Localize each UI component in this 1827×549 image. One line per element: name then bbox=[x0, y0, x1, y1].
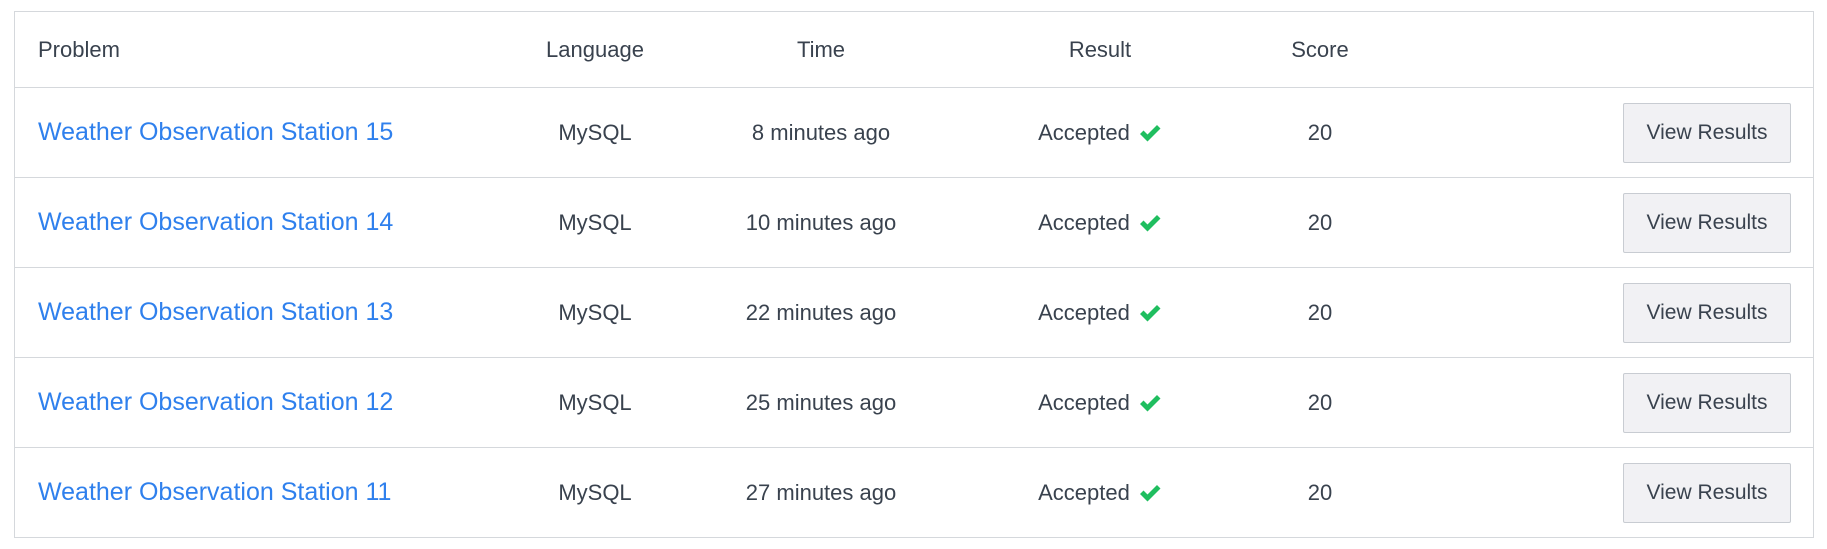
result-label: Accepted bbox=[1038, 209, 1130, 235]
table-row: Weather Observation Station 14 MySQL 10 … bbox=[15, 177, 1813, 267]
problem-link[interactable]: Weather Observation Station 12 bbox=[38, 388, 393, 417]
time-cell: 27 minutes ago bbox=[745, 479, 897, 505]
problem-link[interactable]: Weather Observation Station 14 bbox=[38, 208, 393, 237]
table-row: Weather Observation Station 15 MySQL 8 m… bbox=[15, 87, 1813, 177]
view-results-button[interactable]: View Results bbox=[1623, 192, 1791, 253]
table-row: Weather Observation Station 13 MySQL 22 … bbox=[15, 267, 1813, 357]
score-cell: 20 bbox=[1307, 299, 1333, 325]
table-row: Weather Observation Station 11 MySQL 27 … bbox=[15, 447, 1813, 537]
language-cell: MySQL bbox=[558, 209, 632, 235]
language-cell: MySQL bbox=[558, 479, 632, 505]
result-cell: Accepted bbox=[1038, 390, 1162, 416]
language-cell: MySQL bbox=[558, 389, 632, 415]
language-cell: MySQL bbox=[558, 119, 632, 145]
view-results-button[interactable]: View Results bbox=[1623, 372, 1791, 433]
problem-link[interactable]: Weather Observation Station 13 bbox=[38, 298, 393, 327]
score-cell: 20 bbox=[1307, 479, 1333, 505]
view-results-button[interactable]: View Results bbox=[1623, 462, 1791, 523]
header-score: Score bbox=[1291, 36, 1349, 62]
header-language: Language bbox=[546, 36, 644, 62]
result-label: Accepted bbox=[1038, 299, 1130, 325]
checkmark-icon bbox=[1139, 484, 1161, 501]
score-cell: 20 bbox=[1307, 119, 1333, 145]
result-cell: Accepted bbox=[1038, 210, 1162, 236]
score-cell: 20 bbox=[1307, 389, 1333, 415]
score-cell: 20 bbox=[1307, 209, 1333, 235]
time-cell: 22 minutes ago bbox=[745, 299, 897, 325]
view-results-button[interactable]: View Results bbox=[1623, 102, 1791, 163]
result-cell: Accepted bbox=[1038, 480, 1162, 506]
header-problem: Problem bbox=[38, 36, 120, 62]
result-label: Accepted bbox=[1038, 389, 1130, 415]
result-label: Accepted bbox=[1038, 119, 1130, 145]
checkmark-icon bbox=[1139, 124, 1161, 141]
checkmark-icon bbox=[1139, 304, 1161, 321]
time-cell: 8 minutes ago bbox=[751, 119, 891, 145]
result-cell: Accepted bbox=[1038, 300, 1162, 326]
result-label: Accepted bbox=[1038, 479, 1130, 505]
result-cell: Accepted bbox=[1038, 120, 1162, 146]
submissions-table: Problem Language Time Result Score Weath… bbox=[14, 11, 1814, 538]
time-cell: 10 minutes ago bbox=[745, 209, 897, 235]
checkmark-icon bbox=[1139, 394, 1161, 411]
header-result: Result bbox=[1068, 36, 1132, 62]
problem-link[interactable]: Weather Observation Station 11 bbox=[38, 478, 391, 507]
table-header: Problem Language Time Result Score bbox=[15, 12, 1813, 87]
problem-link[interactable]: Weather Observation Station 15 bbox=[38, 118, 393, 147]
header-time: Time bbox=[796, 36, 846, 62]
checkmark-icon bbox=[1139, 214, 1161, 231]
table-row: Weather Observation Station 12 MySQL 25 … bbox=[15, 357, 1813, 447]
view-results-button[interactable]: View Results bbox=[1623, 282, 1791, 343]
time-cell: 25 minutes ago bbox=[745, 389, 897, 415]
language-cell: MySQL bbox=[558, 299, 632, 325]
